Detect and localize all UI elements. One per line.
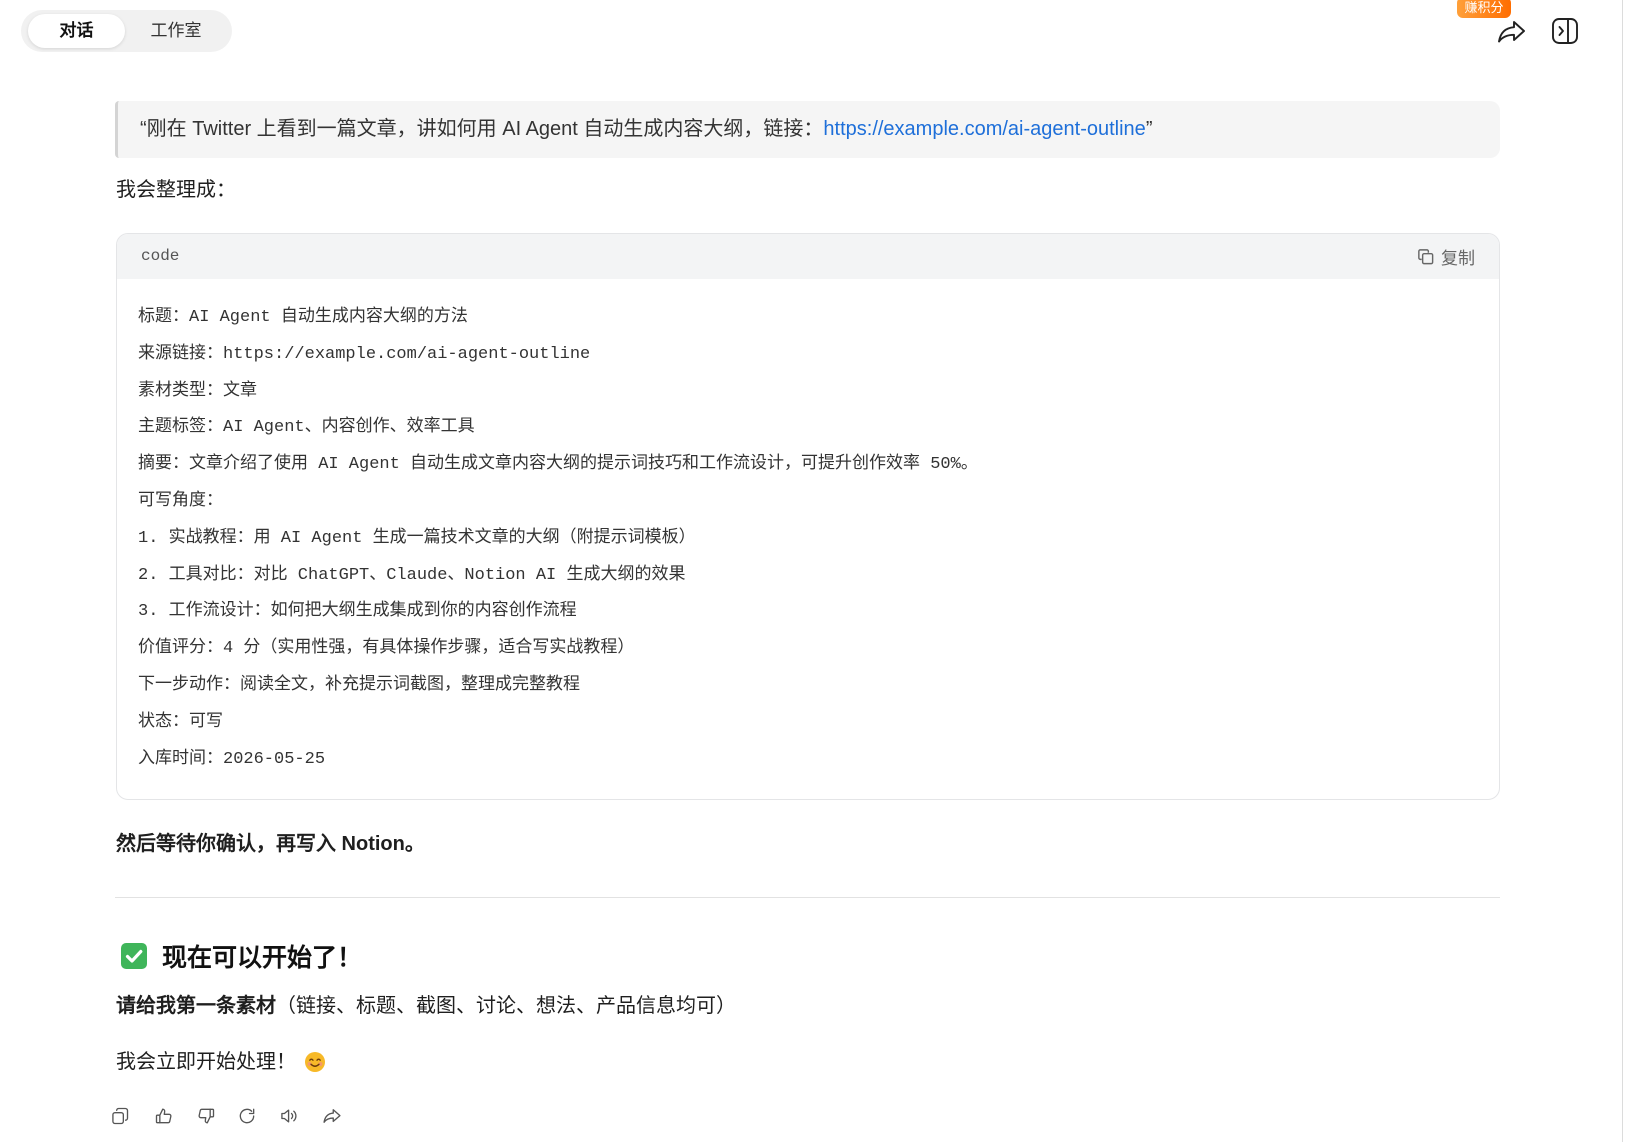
tab-chat[interactable]: 对话 [28,14,125,48]
code-language-label: code [141,247,180,265]
smiling-face-emoji-icon [305,1052,325,1072]
code-line: 状态：可写 [138,712,223,732]
quote-text-after-link: ” [1145,118,1153,140]
divider [115,897,1500,898]
share-icon[interactable] [1497,16,1527,46]
section-heading-text: 现在可以开始了！ [162,944,363,972]
code-line: 素材类型：文章 [138,381,257,401]
intro-text: 我会整理成： [116,179,236,201]
code-line: 1. 实战教程：用 AI Agent 生成一篇技术文章的大纲（附提示词模板） [138,528,696,548]
code-line: 主题标签：AI Agent、内容创作、效率工具 [138,418,475,438]
code-block-header: code 复制 [117,234,1499,279]
mode-tab-switcher: 对话 工作室 [21,10,232,52]
code-line: 2. 工具对比：对比 ChatGPT、Claude、Notion AI 生成大纲… [138,565,686,585]
closing-text-label: 我会立即开始处理！ [116,1051,296,1073]
confirm-text: 然后等待你确认，再写入 Notion。 [116,833,425,855]
thumbs-down-icon[interactable] [196,1106,216,1126]
request-bold-text: 请给我第一条素材 [116,995,276,1017]
copy-code-button[interactable]: 复制 [1416,234,1475,279]
code-content: 标题：AI Agent 自动生成内容大纲的方法 来源链接：https://exa… [117,279,1499,778]
code-line: 可写角度： [138,491,223,511]
quote-text-before-link: “刚在 Twitter 上看到一篇文章，讲如何用 AI Agent 自动生成内容… [140,118,824,140]
code-line: 入库时间：2026-05-25 [138,749,326,769]
closing-text: 我会立即开始处理！ [116,1048,326,1076]
request-detail-text: （链接、标题、截图、讨论、想法、产品信息均可） [276,995,736,1017]
sidebar-toggle-icon[interactable] [1550,16,1580,46]
scrollbar-track[interactable] [1622,0,1623,1142]
check-mark-button-emoji-icon [121,943,147,969]
code-line: 下一步动作：阅读全文，补充提示词截图，整理成完整教程 [138,675,580,695]
code-line: 3. 工作流设计：如何把大纲生成集成到你的内容创作流程 [138,602,577,622]
quoted-example: “刚在 Twitter 上看到一篇文章，讲如何用 AI Agent 自动生成内容… [115,101,1500,158]
thumbs-up-icon[interactable] [154,1106,174,1126]
read-aloud-icon[interactable] [279,1106,299,1126]
section-heading: 现在可以开始了！ [120,938,362,974]
code-line: 价值评分：4 分（实用性强，有具体操作步骤，适合写实战教程） [138,639,635,659]
code-line: 来源链接：https://example.com/ai-agent-outlin… [138,344,591,364]
tab-studio[interactable]: 工作室 [127,14,225,48]
share-icon[interactable] [322,1106,342,1126]
copy-icon [1418,249,1434,265]
copy-code-label: 复制 [1441,249,1475,268]
quote-link[interactable]: https://example.com/ai-agent-outline [823,118,1145,140]
code-block: code 复制 标题：AI Agent 自动生成内容大纲的方法 来源链接：htt… [116,233,1500,800]
code-line: 标题：AI Agent 自动生成内容大纲的方法 [138,308,468,327]
code-line: 摘要：文章介绍了使用 AI Agent 自动生成文章内容大纲的提示词技巧和工作流… [138,455,978,475]
copy-icon[interactable] [110,1106,130,1126]
regenerate-icon[interactable] [237,1106,257,1126]
request-text: 请给我第一条素材（链接、标题、截图、讨论、想法、产品信息均可） [116,992,736,1020]
